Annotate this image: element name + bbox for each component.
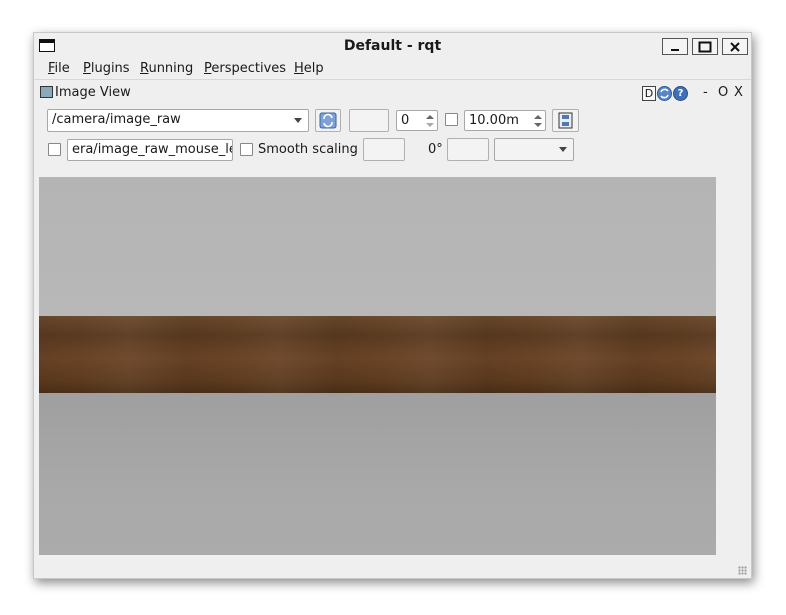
window-title: Default - rqt (343, 38, 442, 54)
chevron-down-icon (559, 147, 567, 152)
menu-running-label: Running (140, 61, 194, 76)
menu-plugins-label: Plugins (83, 61, 130, 76)
refresh-topics-button[interactable] (315, 109, 341, 132)
smooth-scaling-checkbox[interactable] (240, 143, 253, 156)
publish-mouse-checkbox[interactable] (48, 143, 61, 156)
minimize-window-button[interactable] (662, 38, 688, 55)
minimize-icon (671, 48, 679, 51)
close-window-button[interactable] (722, 38, 748, 55)
close-icon (730, 41, 740, 52)
mouse-topic-value: era/image_raw_mouse_left (72, 142, 233, 157)
chevron-down-icon (294, 118, 302, 123)
dynamic-range-checkbox[interactable] (445, 113, 458, 126)
reload-plugin-icon[interactable] (657, 86, 672, 101)
rotate-left-button[interactable] (363, 138, 405, 161)
zoom-spinbox[interactable]: 0 (396, 110, 438, 131)
zoom-out-button[interactable] (349, 109, 389, 132)
menu-running[interactable]: Running (140, 61, 193, 76)
color-scheme-select[interactable] (494, 138, 574, 161)
camera-image-display[interactable] (39, 177, 716, 555)
dock-minimize-button[interactable]: - (703, 85, 708, 100)
refresh-icon (319, 112, 337, 129)
menu-help-label: Help (294, 61, 324, 76)
rotation-label: 0° (428, 142, 443, 157)
menu-file-label: File (48, 61, 70, 76)
spin-arrows-icon[interactable] (532, 112, 544, 130)
title-bar[interactable]: Default - rqt (34, 33, 751, 60)
menu-file[interactable]: File (48, 61, 70, 76)
image-view-plugin-icon (40, 86, 53, 98)
maximize-window-button[interactable] (692, 38, 718, 55)
rqt-window: Default - rqt File Plugins Running Persp… (33, 32, 752, 579)
image-view-dock-title[interactable]: Image View D ? - O X (39, 85, 747, 103)
dock-d-button[interactable]: D (642, 86, 656, 101)
save-image-button[interactable] (552, 109, 579, 132)
maximize-icon (698, 41, 712, 52)
smooth-scaling-label: Smooth scaling (258, 142, 358, 157)
status-bar (34, 556, 751, 578)
spin-arrows-icon[interactable] (424, 112, 436, 130)
dock-float-button[interactable]: O (718, 85, 728, 100)
image-wall-region (39, 177, 716, 316)
menu-bar: File Plugins Running Perspectives Help (34, 60, 751, 80)
resize-grip-icon[interactable] (738, 566, 747, 575)
menu-help[interactable]: Help (294, 61, 324, 76)
image-floor-region (39, 393, 716, 555)
topic-select[interactable]: /camera/image_raw (47, 109, 309, 132)
topic-select-value: /camera/image_raw (52, 112, 181, 127)
max-range-value: 10.00m (469, 113, 519, 128)
zoom-value: 0 (401, 113, 410, 128)
save-icon (558, 112, 573, 129)
menu-plugins[interactable]: Plugins (83, 61, 130, 76)
dock-title-label: Image View (55, 85, 131, 100)
menu-perspectives[interactable]: Perspectives (204, 61, 286, 76)
help-icon[interactable]: ? (673, 86, 688, 101)
menu-perspectives-label: Perspectives (204, 61, 287, 76)
rotate-right-button[interactable] (447, 138, 489, 161)
image-wood-table-region (39, 316, 716, 393)
dock-close-button[interactable]: X (734, 85, 743, 100)
max-range-spinbox[interactable]: 10.00m (464, 110, 546, 131)
mouse-topic-input[interactable]: era/image_raw_mouse_left (67, 139, 233, 161)
